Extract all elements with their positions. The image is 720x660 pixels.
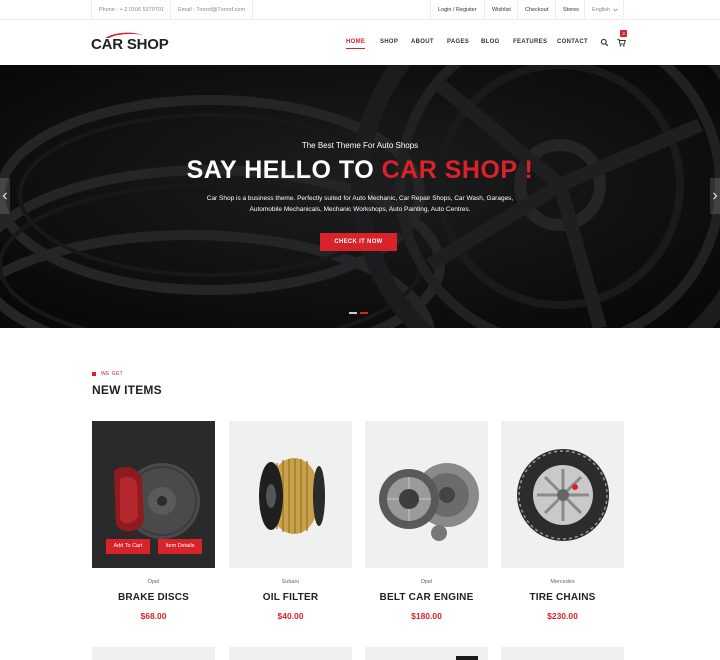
chevron-right-icon: [713, 192, 718, 200]
hero-subtitle: The Best Theme For Auto Shops: [301, 141, 419, 150]
product-name[interactable]: BRAKE DISCS: [92, 592, 215, 603]
product-price: $40.00: [277, 611, 304, 621]
nav-shop[interactable]: SHOP: [380, 39, 398, 45]
add-to-cart-button[interactable]: Add To Cart: [106, 539, 150, 554]
item-details-button[interactable]: Item Details: [158, 539, 202, 554]
tire-chain-image: [517, 449, 609, 541]
product-image-oil-filter[interactable]: [229, 421, 352, 568]
product-price: $180.00: [411, 611, 442, 621]
product-image-dark-corner: [456, 656, 478, 660]
product-brand: Opel: [147, 579, 160, 585]
site-logo[interactable]: CAR SHOP: [91, 36, 169, 53]
product-brand: Subaru: [281, 579, 300, 585]
product-price: $230.00: [547, 611, 578, 621]
wishlist-link[interactable]: Wishlist: [484, 0, 518, 20]
section-title: NEW ITEMS: [92, 383, 162, 397]
stores-link[interactable]: Stores: [555, 0, 586, 20]
chevron-down-icon: [613, 8, 618, 12]
nav-features[interactable]: FEATURES: [513, 39, 547, 45]
cart-icon[interactable]: [617, 38, 626, 47]
hero-title: SAY HELLO TO CAR SHOP !: [0, 156, 720, 185]
clutch-kit-image: [379, 463, 479, 541]
product-image-row2[interactable]: [92, 647, 215, 660]
product-image-brake-discs[interactable]: Add To Cart Item Details: [92, 421, 215, 568]
chevron-left-icon: [2, 192, 7, 200]
top-bar: Phone : + 2 0106 5370701 Email : 7oroof@…: [0, 0, 720, 20]
product-name[interactable]: OIL FILTER: [229, 592, 352, 603]
product-image-row2[interactable]: [229, 647, 352, 660]
nav-blog[interactable]: BLOG: [481, 39, 500, 45]
nav-pages[interactable]: PAGES: [447, 39, 469, 45]
check-it-now-button[interactable]: CHECK IT NOW: [320, 233, 397, 251]
section-kicker: WE GET: [92, 371, 123, 377]
product-brand: Opel: [420, 579, 433, 585]
product-image-tire-chains[interactable]: [501, 421, 624, 568]
product-price: $68.00: [140, 611, 167, 621]
cart-count-badge: 3: [620, 30, 627, 37]
product-image-row2[interactable]: [365, 647, 488, 660]
checkout-link[interactable]: Checkout: [517, 0, 555, 20]
nav-active-indicator: [346, 48, 365, 49]
product-name[interactable]: BELT CAR ENGINE: [365, 592, 488, 603]
language-selector[interactable]: English: [584, 0, 624, 20]
main-header: CAR SHOP HOME SHOP ABOUT PAGES BLOG FEAT…: [0, 20, 720, 65]
product-image-row2[interactable]: [501, 647, 624, 660]
slider-dot-2[interactable]: [360, 312, 368, 314]
oil-filter-image: [259, 458, 325, 534]
hero-title-white: SAY HELLO TO: [186, 156, 382, 184]
product-image-belt-car-engine[interactable]: [365, 421, 488, 568]
hero-slider: The Best Theme For Auto Shops SAY HELLO …: [0, 65, 720, 328]
nav-contact[interactable]: CONTACT: [557, 39, 588, 45]
login-register-link[interactable]: Login / Register: [430, 0, 484, 20]
product-brand: Mercedes: [550, 579, 575, 585]
nav-about[interactable]: ABOUT: [411, 39, 434, 45]
product-name[interactable]: TIRE CHAINS: [501, 592, 624, 603]
nav-home[interactable]: HOME: [346, 39, 365, 45]
slider-dot-1[interactable]: [349, 312, 357, 314]
hero-title-red: CAR SHOP !: [381, 156, 534, 184]
search-icon[interactable]: [600, 38, 609, 47]
language-label: English: [592, 7, 611, 13]
email-info: Email : 7oroof@7oroof.com: [170, 0, 254, 20]
phone-info: Phone : + 2 0106 5370701: [91, 0, 171, 20]
hero-description: Car Shop is a business theme. Perfectly …: [206, 195, 514, 213]
